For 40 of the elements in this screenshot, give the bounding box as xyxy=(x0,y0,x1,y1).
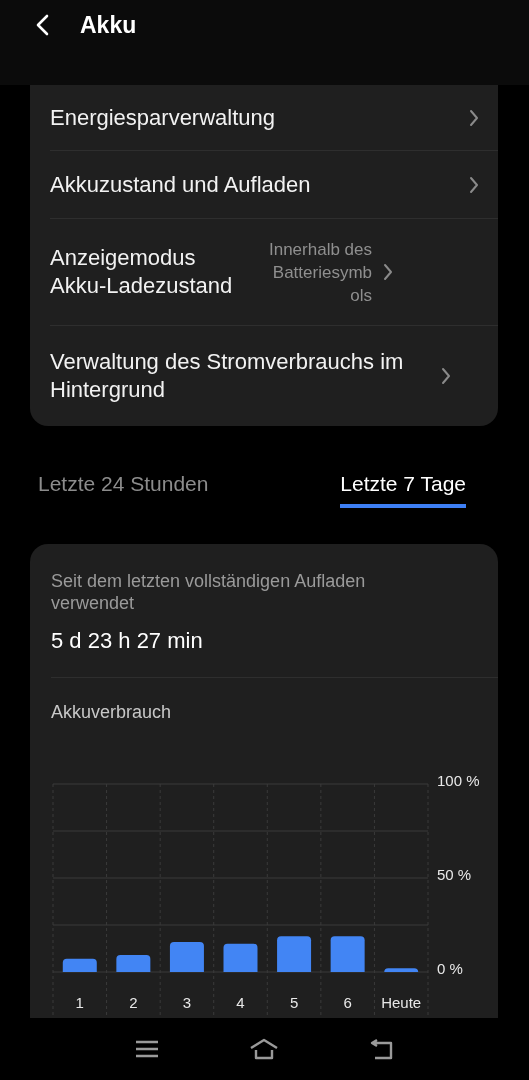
chart-title: Akkuverbrauch xyxy=(50,701,173,723)
x-axis-label: 6 xyxy=(343,994,352,1011)
usage-bar xyxy=(223,943,258,972)
setting-label: Akkuzustand und Aufladen xyxy=(50,170,312,199)
usage-duration: 5 d 23 h 27 min xyxy=(50,627,204,654)
y-axis-label: 100 % xyxy=(437,772,480,789)
setting-label: Anzeigemodus Akku-Ladezustand xyxy=(50,244,234,300)
usage-bar xyxy=(277,936,312,972)
y-axis-label: 0 % xyxy=(437,960,463,977)
y-axis-label: 50 % xyxy=(437,866,472,883)
page-title: Akku xyxy=(80,13,137,37)
menu-icon[interactable] xyxy=(134,1039,159,1059)
period-tab[interactable]: Letzte 24 Stunden xyxy=(38,472,209,504)
back-icon[interactable] xyxy=(368,1038,395,1060)
setting-value: Innerhalb des Batteriesymb ols xyxy=(267,238,372,307)
x-axis-label: Heute xyxy=(381,994,422,1011)
settings-row[interactable]: Energiesparverwaltung xyxy=(50,85,498,150)
usage-bar xyxy=(62,958,97,972)
x-axis-label: 5 xyxy=(289,994,299,1011)
x-axis-label: 2 xyxy=(129,994,138,1011)
x-axis-label: 4 xyxy=(236,994,245,1011)
home-icon[interactable] xyxy=(248,1038,279,1060)
setting-label: Verwaltung des Stromverbrauchs im Hintergrund xyxy=(50,348,405,404)
setting-label: Energiesparverwaltung xyxy=(50,103,277,132)
x-axis-label: 1 xyxy=(75,994,84,1011)
chevron-icon xyxy=(382,262,394,282)
chevron-icon xyxy=(468,174,480,195)
chevron-icon xyxy=(440,366,452,386)
usage-caption: Seit dem letzten vollständigen Aufladen verwendet xyxy=(50,570,367,614)
usage-bar xyxy=(169,941,204,972)
usage-bar xyxy=(116,955,151,972)
period-tab[interactable]: Letzte 7 Tage xyxy=(340,472,466,508)
settings-row[interactable]: Verwaltung des Stromverbrauchs im Hintergrund xyxy=(50,325,498,426)
usage-bar xyxy=(384,968,419,973)
usage-bar xyxy=(330,936,365,972)
back-icon[interactable] xyxy=(34,13,50,37)
settings-row[interactable]: Anzeigemodus Akku-Ladezustand Innerhalb des Batteriesymb ols xyxy=(50,218,498,325)
chevron-icon xyxy=(468,107,480,128)
settings-row[interactable]: Akkuzustand und Aufladen xyxy=(50,150,498,218)
x-axis-label: 3 xyxy=(182,994,192,1011)
